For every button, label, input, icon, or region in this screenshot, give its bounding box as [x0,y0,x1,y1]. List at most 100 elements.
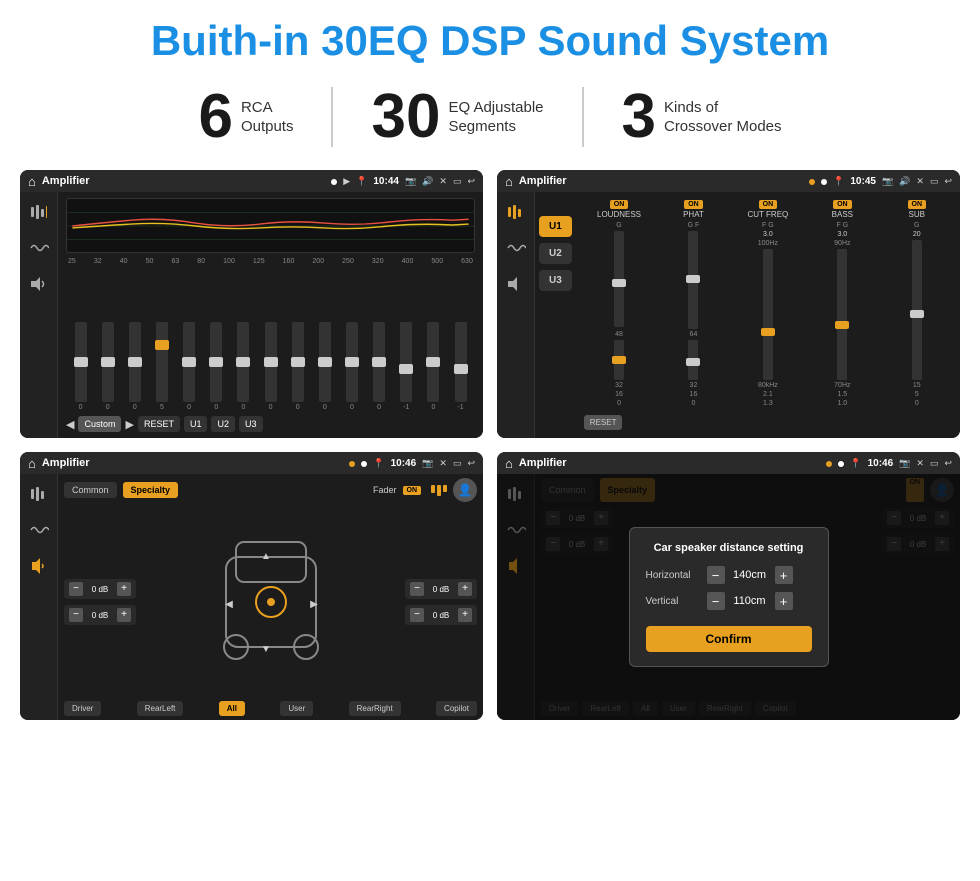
spec-top-bar: Common Specialty Fader ON 👤 [64,478,477,502]
status-dot-2b [821,172,827,190]
eq-icon-2[interactable] [504,200,528,224]
vertical-plus-btn[interactable]: + [775,592,793,610]
x-icon-4: ✕ [916,458,924,469]
horizontal-value: 140cm [731,569,769,581]
prev-icon[interactable]: ◀ [66,418,74,431]
x-icon-3: ✕ [439,458,447,469]
home-icon-3[interactable]: ⌂ [28,456,36,471]
eq-custom-btn[interactable]: Custom [78,416,121,432]
eq-slider-1: 0 [95,322,120,411]
loudness-col: G 48 32 16 0 [584,222,654,407]
specialty-tab[interactable]: Specialty [123,482,179,498]
next-icon[interactable]: ▶ [125,418,133,431]
rr-plus-btn[interactable]: + [458,608,472,622]
user-btn[interactable]: User [280,701,313,716]
common-tab[interactable]: Common [64,482,117,498]
loudness-on-btn[interactable]: ON [610,200,629,209]
rl-minus-btn[interactable]: − [69,608,83,622]
eq-slider-7: 0 [258,322,283,411]
speaker-icon[interactable] [27,272,51,296]
horizontal-plus-btn[interactable]: + [775,566,793,584]
eq-freq-labels: 253240506380100125160200250320400500630 [66,258,475,265]
bass-on-btn[interactable]: ON [833,200,852,209]
status-dot-4b [838,454,844,472]
all-btn[interactable]: All [219,701,245,716]
eq-graph [66,198,475,253]
status-time-2: 10:45 [850,176,876,187]
eq-icon[interactable] [27,200,51,224]
vertical-minus-btn[interactable]: − [707,592,725,610]
eq-slider-14: -1 [448,322,473,411]
main-title: Buith-in 30EQ DSP Sound System [151,18,829,64]
horizontal-row: Horizontal − 140cm + [646,566,812,584]
driver-btn[interactable]: Driver [64,701,101,716]
eq-slider-11: 0 [367,322,392,411]
eq-slider-9: 0 [312,322,337,411]
status-dot-1 [331,172,337,190]
stat-text-eq: EQ Adjustable Segments [448,98,543,137]
copilot-btn[interactable]: Copilot [436,701,477,716]
speaker-controls-right: − 0 dB + − 0 dB + [405,579,477,625]
horizontal-minus-btn[interactable]: − [707,566,725,584]
cutfreq-on-btn[interactable]: ON [759,200,778,209]
fl-plus-btn[interactable]: + [117,582,131,596]
screen-title-1: Amplifier [42,175,325,187]
speaker-ctrl-fl: − 0 dB + [64,579,136,599]
eq-u1-btn[interactable]: U1 [184,416,208,432]
confirm-button[interactable]: Confirm [646,626,812,652]
status-bar-2: ⌂ Amplifier 📍 10:45 📷 🔊 ✕ ▭ ↩ [497,170,960,192]
status-dot-3b [361,454,367,472]
eq-reset-btn[interactable]: RESET [138,416,180,432]
preset-u3-btn[interactable]: U3 [539,270,572,291]
status-dot-2 [809,172,815,190]
fr-minus-btn[interactable]: − [410,582,424,596]
home-icon-2[interactable]: ⌂ [505,174,513,189]
preset-u1-btn[interactable]: U1 [539,216,572,237]
stat-number-rca: 6 [198,86,232,148]
eq-main: 253240506380100125160200250320400500630 … [58,192,483,438]
eq-icon-3[interactable] [27,482,51,506]
amp2-reset-btn[interactable]: RESET [584,415,623,430]
wave-icon[interactable] [27,236,51,260]
window-icon-4: ▭ [930,458,939,469]
rl-plus-btn[interactable]: + [117,608,131,622]
fl-minus-btn[interactable]: − [69,582,83,596]
specialty-screen: ⌂ Amplifier 📍 10:46 📷 ✕ ▭ ↩ [20,452,483,720]
x-icon-2: ✕ [916,176,924,187]
back-icon-3[interactable]: ↩ [467,458,475,469]
home-icon-4[interactable]: ⌂ [505,456,513,471]
rearleft-btn[interactable]: RearLeft [137,701,184,716]
rearright-btn[interactable]: RearRight [349,701,401,716]
eq-u3-btn[interactable]: U3 [239,416,263,432]
phat-on-btn[interactable]: ON [684,200,703,209]
status-time-1: 10:44 [373,176,399,187]
profile-icon[interactable]: 👤 [453,478,477,502]
eq-u2-btn[interactable]: U2 [211,416,235,432]
rl-val: 0 dB [86,611,114,620]
side-icons-2 [497,192,535,438]
eq-slider-0: 0 [68,322,93,411]
speaker-icon-2[interactable] [504,272,528,296]
home-icon-1[interactable]: ⌂ [28,174,36,189]
screens-grid: ⌂ Amplifier ▶ 📍 10:44 📷 🔊 ✕ ▭ ↩ [20,170,960,720]
window-icon-2: ▭ [930,176,939,187]
back-icon-4[interactable]: ↩ [944,458,952,469]
window-icon-3: ▭ [453,458,462,469]
speaker-icon-3[interactable] [27,554,51,578]
car-speaker-dialog: Car speaker distance setting Horizontal … [629,527,829,667]
wave-icon-2[interactable] [504,236,528,260]
fr-plus-btn[interactable]: + [458,582,472,596]
pin-icon-4: 📍 [850,458,861,469]
on-badge: ON [403,486,422,495]
preset-u2-btn[interactable]: U2 [539,243,572,264]
bass-col: F G 3.0 90Hz 70Hz 1.5 1.0 [807,222,877,407]
sub-on-btn[interactable]: ON [908,200,927,209]
back-icon-1[interactable]: ↩ [467,176,475,187]
back-icon-2[interactable]: ↩ [944,176,952,187]
eq-slider-6: 0 [231,322,256,411]
eq-screen: ⌂ Amplifier ▶ 📍 10:44 📷 🔊 ✕ ▭ ↩ [20,170,483,438]
wave-icon-3[interactable] [27,518,51,542]
svg-text:▼: ▼ [261,644,271,655]
horizontal-label: Horizontal [646,570,701,581]
rr-minus-btn[interactable]: − [410,608,424,622]
